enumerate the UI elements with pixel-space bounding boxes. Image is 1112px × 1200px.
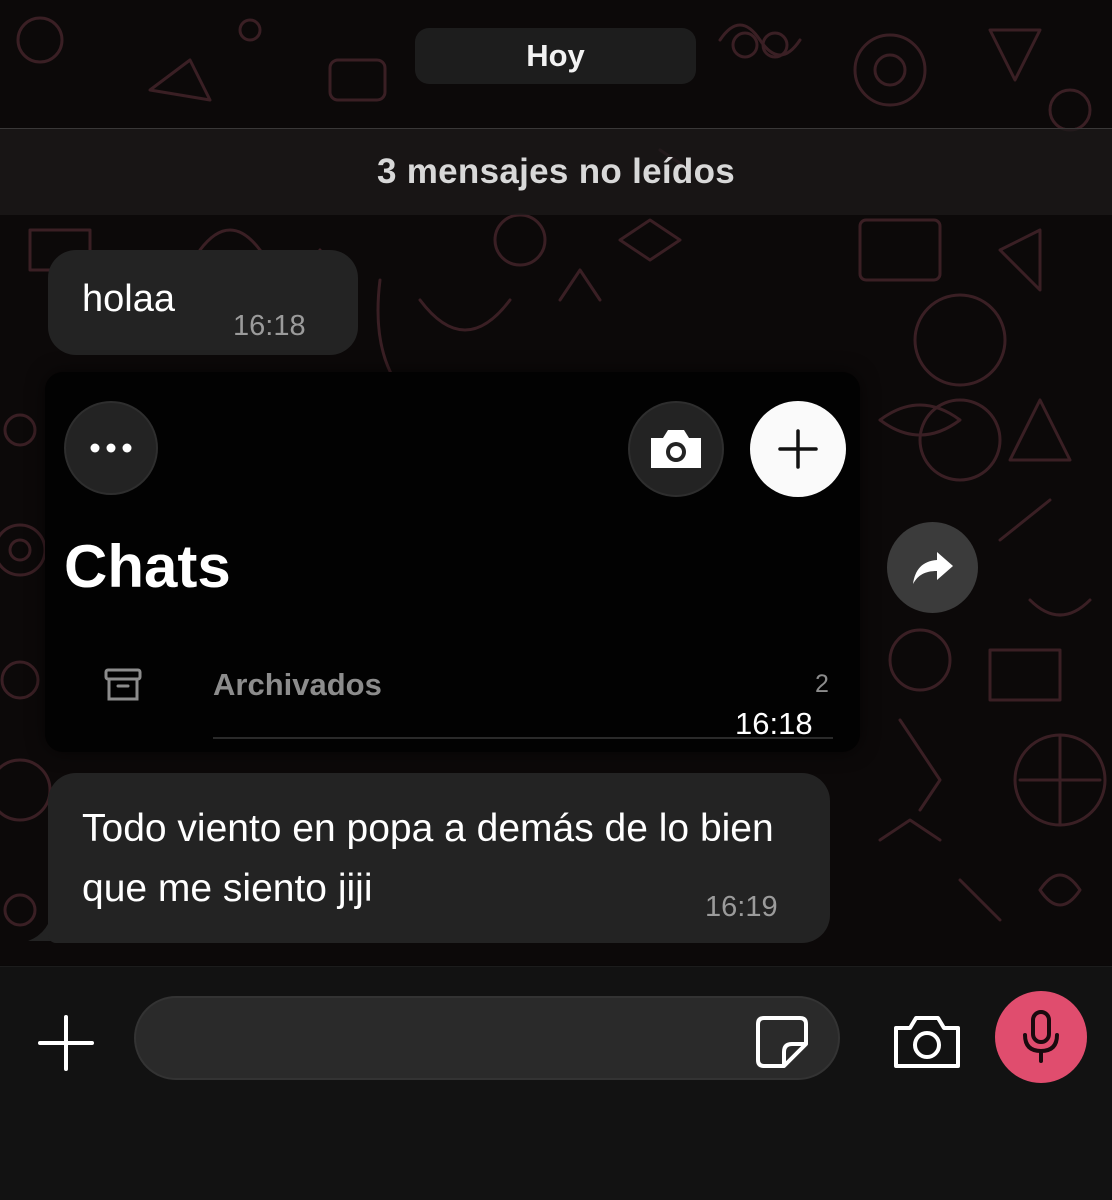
plus-icon (750, 401, 846, 497)
shared-screenshot-image[interactable]: Chats Archivados 2 16:18 (45, 372, 860, 752)
incoming-message-bubble[interactable]: holaa 16:18 (48, 250, 358, 355)
microphone-icon (1023, 1010, 1059, 1063)
image-timestamp: 16:18 (735, 706, 813, 741)
forward-button[interactable] (887, 522, 978, 613)
more-icon (64, 401, 158, 495)
chat-screen: Hoy 3 mensajes no leídos holaa 16:18 Cha… (0, 0, 1112, 1200)
plus-icon (38, 1015, 94, 1071)
forward-icon (912, 551, 953, 584)
archived-label: Archivados (213, 667, 382, 702)
chats-title: Chats (64, 533, 231, 600)
message-timestamp: 16:19 (705, 891, 778, 923)
voice-note-button[interactable] (995, 991, 1087, 1083)
archived-count: 2 (815, 670, 829, 698)
unread-messages-banner: 3 mensajes no leídos (0, 128, 1112, 215)
message-timestamp: 16:18 (233, 310, 306, 342)
incoming-message-bubble[interactable]: Todo viento en popa a demás de lo bien q… (48, 773, 830, 943)
camera-icon (628, 401, 724, 497)
message-input[interactable] (134, 996, 840, 1080)
sticker-button[interactable] (752, 1012, 812, 1072)
message-input-bar (0, 966, 1112, 1200)
sticker-icon (756, 1016, 808, 1068)
camera-icon (894, 1016, 960, 1068)
camera-button[interactable] (888, 1007, 966, 1077)
message-text: Todo viento en popa a demás de lo bien q… (82, 807, 774, 910)
attach-button[interactable] (30, 1007, 102, 1079)
message-text: holaa (82, 278, 175, 320)
date-pill: Hoy (415, 28, 696, 84)
archive-icon (103, 667, 143, 708)
